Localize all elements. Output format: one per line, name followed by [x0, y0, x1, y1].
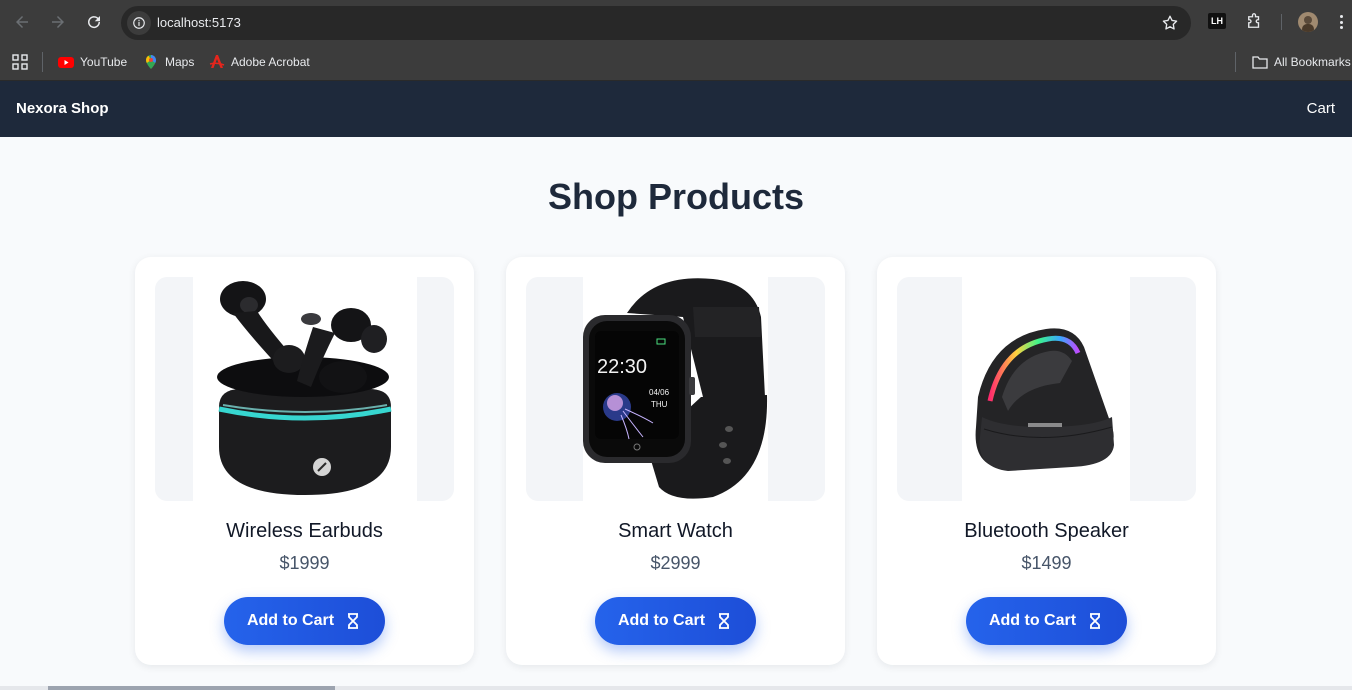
extension-badge-label: LH: [1211, 16, 1223, 26]
product-card: Wireless Earbuds $1999 Add to Cart: [135, 257, 474, 665]
add-to-cart-label: Add to Cart: [988, 612, 1077, 629]
watch-day: THU: [651, 400, 668, 409]
extensions-icon[interactable]: [1245, 13, 1263, 31]
product-price: $1499: [1021, 553, 1072, 573]
product-card: Bluetooth Speaker $1499 Add to Cart: [877, 257, 1216, 665]
address-bar[interactable]: localhost:5173: [121, 6, 1191, 40]
cart-link[interactable]: Cart: [1307, 100, 1335, 117]
bookmark-label: Adobe Acrobat: [231, 55, 310, 69]
add-to-cart-button[interactable]: Add to Cart: [224, 597, 385, 645]
scrollbar-thumb[interactable]: [48, 686, 335, 690]
speaker-image: [975, 328, 1114, 471]
product-image: [897, 277, 1196, 501]
site-info-icon[interactable]: [127, 11, 151, 35]
brand-logo[interactable]: Nexora Shop: [16, 100, 109, 117]
cart-icon: [348, 613, 359, 629]
all-bookmarks[interactable]: All Bookmarks: [1252, 53, 1351, 71]
bookmarks-bar: YouTube Maps Adobe Acrobat All Bookmarks: [0, 44, 1352, 81]
browser-toolbar: localhost:5173 LH: [0, 0, 1352, 44]
bookmark-label: YouTube: [80, 55, 128, 69]
product-name: Smart Watch: [618, 520, 733, 542]
reload-icon[interactable]: [84, 12, 104, 32]
acrobat-icon: [209, 55, 225, 68]
bookmark-youtube[interactable]: YouTube: [58, 53, 127, 71]
watch-date: 04/06: [649, 388, 670, 397]
add-to-cart-label: Add to Cart: [246, 612, 335, 629]
cart-icon: [1090, 613, 1101, 629]
product-image: 22:30 04/06 THU: [526, 277, 825, 501]
maps-icon: [146, 55, 156, 69]
menu-kebab-icon[interactable]: [1336, 15, 1346, 29]
apps-grid-icon[interactable]: [12, 54, 28, 70]
folder-icon: [1252, 56, 1268, 69]
add-to-cart-label: Add to Cart: [617, 612, 706, 629]
app-navbar: Nexora Shop Cart: [0, 81, 1352, 137]
toolbar-divider: [1281, 14, 1282, 30]
product-price: $2999: [650, 553, 701, 573]
product-price: $1999: [279, 553, 330, 573]
smartwatch-image: 22:30 04/06 THU: [583, 278, 768, 499]
profile-avatar[interactable]: [1298, 12, 1318, 32]
page-title: Shop Products: [547, 176, 804, 217]
bookmark-label: Maps: [165, 55, 195, 69]
youtube-icon: [58, 57, 74, 68]
cart-icon: [719, 613, 730, 629]
add-to-cart-button[interactable]: Add to Cart: [595, 597, 756, 645]
product-image: [155, 277, 454, 501]
bookmark-star-icon[interactable]: [1161, 14, 1179, 32]
back-icon[interactable]: [12, 12, 32, 32]
url-text[interactable]: localhost:5173: [157, 15, 241, 30]
watch-time: 22:30: [597, 356, 647, 378]
bookmark-divider: [1235, 52, 1236, 72]
earbuds-image: [217, 281, 392, 495]
bookmark-adobe-acrobat[interactable]: Adobe Acrobat: [209, 53, 310, 71]
product-name: Bluetooth Speaker: [964, 520, 1129, 542]
horizontal-scrollbar[interactable]: [0, 686, 1352, 690]
add-to-cart-button[interactable]: Add to Cart: [966, 597, 1127, 645]
all-bookmarks-label: All Bookmarks: [1274, 55, 1351, 69]
bookmark-divider: [42, 52, 43, 72]
extension-lh-icon[interactable]: LH: [1208, 13, 1228, 31]
bookmark-maps[interactable]: Maps: [143, 53, 194, 71]
forward-icon[interactable]: [48, 12, 68, 32]
product-card: 22:30 04/06 THU Smart Watch $2999 Add to…: [506, 257, 845, 665]
product-name: Wireless Earbuds: [226, 520, 383, 542]
